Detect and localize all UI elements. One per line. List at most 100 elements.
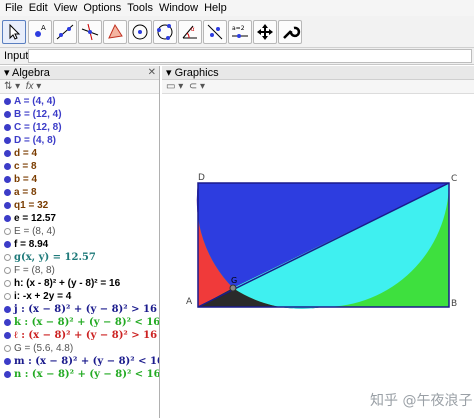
- label-C: C: [451, 174, 457, 184]
- visibility-toggle-icon[interactable]: [4, 150, 11, 157]
- algebra-row-text: k : (x − 8)² + (y − 8)² < 16 ∧: [14, 317, 160, 328]
- graphics-canvas[interactable]: G A B C D: [162, 66, 474, 418]
- algebra-row-text: e = 12.57: [14, 213, 56, 224]
- visibility-toggle-icon[interactable]: [4, 137, 11, 144]
- menu-help[interactable]: Help: [201, 0, 230, 16]
- point-tool-button[interactable]: A: [28, 20, 52, 44]
- menu-edit[interactable]: Edit: [26, 0, 51, 16]
- svg-text:A: A: [41, 24, 46, 32]
- label-D: D: [198, 173, 205, 183]
- algebra-row[interactable]: F = (8, 8): [0, 264, 159, 277]
- label-B: B: [451, 299, 457, 309]
- visibility-toggle-icon[interactable]: [4, 293, 11, 300]
- algebra-row[interactable]: g(x, y) = 12.57: [0, 251, 159, 264]
- svg-text:a=2: a=2: [232, 25, 245, 32]
- visibility-toggle-icon[interactable]: [4, 267, 11, 274]
- algebra-row[interactable]: G = (5.6, 4.8): [0, 342, 159, 355]
- algebra-row[interactable]: e = 12.57: [0, 212, 159, 225]
- visibility-toggle-icon[interactable]: [4, 280, 11, 287]
- menu-view[interactable]: View: [51, 0, 81, 16]
- angle-tool-button[interactable]: α: [178, 20, 202, 44]
- algebra-row-text: f = 8.94: [14, 239, 49, 250]
- settings-wrench-icon: [283, 26, 301, 39]
- visibility-toggle-icon[interactable]: [4, 124, 11, 131]
- algebra-row[interactable]: k : (x − 8)² + (y − 8)² < 16 ∧: [0, 316, 160, 329]
- line-tool-button[interactable]: [53, 20, 77, 44]
- algebra-row-text: c = 8: [14, 161, 37, 172]
- algebra-row[interactable]: f = 8.94: [0, 238, 159, 251]
- visibility-toggle-icon[interactable]: [4, 202, 11, 209]
- algebra-row[interactable]: b = 4: [0, 173, 159, 186]
- visibility-toggle-icon[interactable]: [4, 163, 11, 170]
- toolbar: A α a=2: [0, 16, 474, 48]
- svg-text:α: α: [191, 27, 195, 33]
- collapse-triangle-icon[interactable]: ▾: [4, 67, 12, 79]
- visibility-toggle-icon[interactable]: [4, 371, 11, 378]
- algebra-row-text: F = (8, 8): [14, 265, 55, 276]
- settings-wrench-button[interactable]: [278, 20, 302, 44]
- menu-tools[interactable]: Tools: [124, 0, 156, 16]
- visibility-toggle-icon[interactable]: [4, 358, 11, 365]
- visibility-toggle-icon[interactable]: [4, 254, 11, 261]
- algebra-row-text: D = (4, 8): [14, 135, 56, 146]
- algebra-panel: ▾ Algebra ✕ ⇅ ▾ fx ▾ A = (4, 4) B = (12, …: [0, 66, 160, 418]
- visibility-toggle-icon[interactable]: [4, 98, 11, 105]
- algebra-row[interactable]: n : (x − 8)² + (y − 8)² < 16 ∧: [0, 368, 159, 381]
- move-view-button[interactable]: [253, 20, 277, 44]
- algebra-row[interactable]: C = (12, 8): [0, 121, 159, 134]
- algebra-row-text: A = (4, 4): [14, 96, 56, 107]
- algebra-title: Algebra: [11, 67, 50, 79]
- visibility-toggle-icon[interactable]: [4, 176, 11, 183]
- visibility-toggle-icon[interactable]: [4, 332, 11, 339]
- point-G[interactable]: [229, 284, 237, 292]
- menu-file[interactable]: File: [2, 0, 26, 16]
- algebra-row[interactable]: q1 = 32: [0, 199, 159, 212]
- algebra-row[interactable]: d = 4: [0, 147, 159, 160]
- algebra-row[interactable]: E = (8, 4): [0, 225, 159, 238]
- algebra-row-text: h: (x - 8)² + (y - 8)² = 16: [14, 278, 121, 289]
- algebra-row[interactable]: h: (x - 8)² + (y - 8)² = 16: [0, 277, 159, 290]
- slider-tool-button[interactable]: a=2: [228, 20, 252, 44]
- angle-tool-icon: α: [182, 25, 197, 39]
- move-tool-button[interactable]: [2, 20, 26, 44]
- circle-tool-button[interactable]: [128, 20, 152, 44]
- sort-icon[interactable]: ⇅ ▾: [4, 81, 20, 92]
- move-tool-icon: [9, 23, 21, 40]
- perpendicular-tool-icon: [81, 23, 99, 41]
- algebra-row[interactable]: A = (4, 4): [0, 95, 159, 108]
- watermark-text: 知乎 @午夜浪子: [370, 393, 473, 409]
- algebra-header: ▾ Algebra ✕: [0, 66, 159, 80]
- circle-tool-icon: [132, 24, 148, 40]
- algebra-row[interactable]: j : (x − 8)² + (y − 8)² > 16 ∧ y: [0, 303, 159, 316]
- algebra-row-text: m : (x − 8)² + (y − 8)² < 16 ∧: [14, 356, 160, 367]
- fx-icon[interactable]: fx ▾: [26, 81, 42, 92]
- close-icon[interactable]: ✕: [148, 66, 156, 80]
- visibility-toggle-icon[interactable]: [4, 215, 11, 222]
- algebra-row-text: ℓ : (x − 8)² + (y − 8)² > 16 ∧: [14, 330, 160, 341]
- algebra-row[interactable]: m : (x − 8)² + (y − 8)² < 16 ∧: [0, 355, 160, 368]
- visibility-toggle-icon[interactable]: [4, 111, 11, 118]
- visibility-toggle-icon[interactable]: [4, 228, 11, 235]
- algebra-row[interactable]: c = 8: [0, 160, 159, 173]
- menu-window[interactable]: Window: [156, 0, 201, 16]
- algebra-row[interactable]: D = (4, 8): [0, 134, 159, 147]
- reflect-tool-button[interactable]: [203, 20, 227, 44]
- visibility-toggle-icon[interactable]: [4, 241, 11, 248]
- visibility-toggle-icon[interactable]: [4, 319, 11, 326]
- algebra-style-bar: ⇅ ▾ fx ▾: [0, 80, 159, 94]
- circle-three-points-button[interactable]: [153, 20, 177, 44]
- algebra-row[interactable]: B = (12, 4): [0, 108, 159, 121]
- input-field[interactable]: [28, 49, 472, 63]
- visibility-toggle-icon[interactable]: [4, 306, 11, 313]
- algebra-row[interactable]: ℓ : (x − 8)² + (y − 8)² > 16 ∧: [0, 329, 160, 342]
- algebra-row[interactable]: i: -x + 2y = 4: [0, 290, 159, 303]
- menu-options[interactable]: Options: [80, 0, 124, 16]
- visibility-toggle-icon[interactable]: [4, 189, 11, 196]
- algebra-row-text: i: -x + 2y = 4: [14, 291, 72, 302]
- algebra-row-text: d = 4: [14, 148, 38, 159]
- visibility-toggle-icon[interactable]: [4, 345, 11, 352]
- perpendicular-tool-button[interactable]: [78, 20, 102, 44]
- polygon-tool-button[interactable]: [103, 20, 127, 44]
- reflect-tool-icon: [207, 24, 223, 40]
- algebra-row[interactable]: a = 8: [0, 186, 159, 199]
